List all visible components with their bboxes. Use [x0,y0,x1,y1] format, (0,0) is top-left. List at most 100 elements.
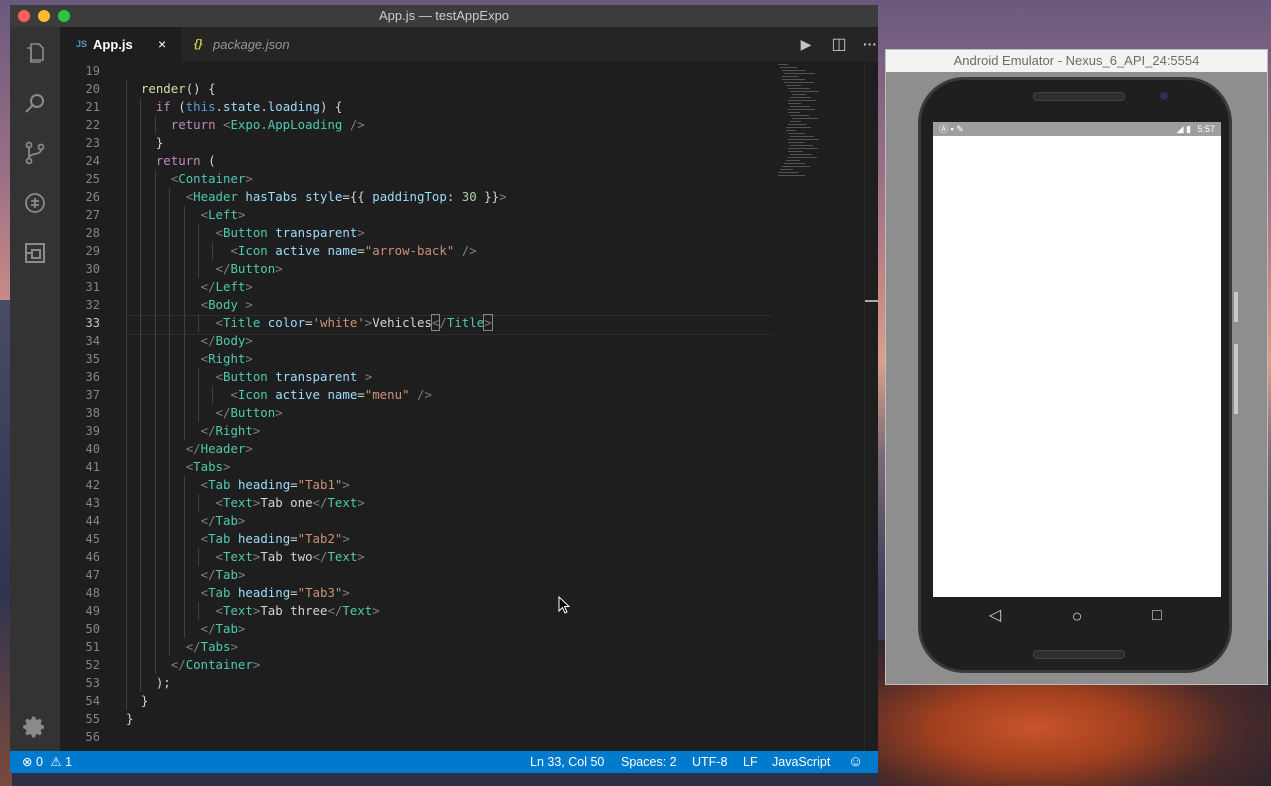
indent-guide [154,638,156,656]
indent-guide [126,512,127,530]
split-editor-icon[interactable]: ◫ [828,27,850,62]
code-line: </Left> [200,279,253,294]
indent-guide [154,530,156,548]
code-editor[interactable]: 19 20 21 22 23 24 25 26 27 28 29 30 31 32 33 34 35 36 37 38… [60,62,878,751]
mouse-pointer-icon [558,596,570,614]
editor-scrollbar[interactable] [864,62,878,751]
line-number: 48 [85,586,100,600]
minimap-line [788,100,816,101]
indent-guide [126,602,127,620]
close-window-button[interactable] [18,10,30,22]
line-number: 53 [85,676,100,690]
indent-guide [183,260,185,278]
indent-guide [140,206,142,224]
volume-button[interactable] [1234,344,1238,414]
indent-guide [169,458,171,476]
android-status-bar: Ⓐ ▪ ✎ ◢ ▮ 5:57 [933,122,1221,136]
minimap-line [786,160,800,161]
minimap-line [780,169,793,170]
indent-guide [169,296,171,314]
indent-guide [169,476,171,494]
code-line: <Header hasTabs style={{ paddingTop: 30 … [185,189,507,204]
run-icon[interactable]: ▶ [795,27,817,62]
cursor-position[interactable]: Ln 33, Col 50 [530,751,604,773]
tab-label: package.json [213,37,290,52]
line-number: 51 [85,640,100,654]
minimap-line [790,106,810,107]
problems-indicator[interactable]: ⊗ 0 ⚠ 1 [22,751,72,773]
minimap-line [786,85,801,86]
indent-guide [169,584,171,602]
indent-guide [154,458,156,476]
indent-guide [126,656,127,674]
indent-guide [169,638,171,656]
indent-guide [198,602,199,620]
indent-guide [154,170,156,188]
line-number: 56 [85,730,100,744]
indent-guide [154,242,156,260]
line-number: 30 [85,262,100,276]
power-button[interactable] [1234,292,1238,322]
code-line: ); [126,675,171,690]
debug-icon[interactable] [23,191,47,215]
code-line: <Tabs> [185,459,231,474]
recents-nav-button[interactable]: □ [1137,597,1177,635]
code-line: </Button> [215,261,283,276]
line-ending-setting[interactable]: LF [743,751,758,773]
indent-guide [169,530,171,548]
more-actions-icon[interactable]: ··· [859,27,878,62]
encoding-setting[interactable]: UTF-8 [692,751,727,773]
feedback-smiley-icon[interactable]: ☺ [848,751,863,773]
source-control-icon[interactable] [23,141,47,165]
code-line: <Tab heading="Tab3"> [200,585,350,600]
code-line: </Right> [200,423,261,438]
explorer-icon[interactable] [23,41,47,65]
indent-guide [126,386,127,404]
minimap-line [786,130,796,131]
minimize-window-button[interactable] [38,10,50,22]
indent-guide [126,458,127,476]
language-mode[interactable]: JavaScript [772,751,830,773]
minimap-line [788,112,800,113]
indent-guide [169,422,171,440]
indent-guide [183,296,185,314]
minimap-line [782,166,810,167]
indent-guide [198,368,199,386]
extensions-icon[interactable] [23,241,47,265]
code-area[interactable]: render() { if (this.state.loading) { ret… [126,62,776,751]
minimap-line [792,118,818,119]
settings-gear-icon[interactable] [23,715,47,739]
indent-guide [140,242,142,260]
search-icon[interactable] [23,91,47,115]
indent-guide [140,386,142,404]
code-line: <Text>Tab two</Text> [215,549,365,564]
zoom-window-button[interactable] [58,10,70,22]
indent-guide [126,620,127,638]
indent-guide [140,278,142,296]
home-nav-button[interactable]: ○ [1057,597,1097,635]
code-line: <Button transparent > [215,369,373,384]
tab-package-json[interactable]: {} package.json [182,27,312,62]
editor-tabs-bar: JS App.js × {} package.json ▶ ◫ ··· [60,27,878,62]
back-nav-button[interactable]: ◁ [975,597,1015,635]
close-tab-icon[interactable]: × [158,27,166,62]
indent-guide [169,224,171,242]
app-screen[interactable] [933,136,1221,597]
indent-guide [154,116,156,134]
indent-guide [154,368,156,386]
indent-guide [140,674,142,692]
minimap[interactable] [774,62,864,202]
indent-guide [140,512,142,530]
indent-guide [140,404,142,422]
indent-guide [140,422,142,440]
tab-app-js[interactable]: JS App.js × [60,27,182,62]
indentation-setting[interactable]: Spaces: 2 [621,751,677,773]
minimap-line [784,163,805,164]
line-number: 22 [85,118,100,132]
phone-frame: Ⓐ ▪ ✎ ◢ ▮ 5:57 ◁ ○ □ [918,77,1232,673]
line-number: 40 [85,442,100,456]
line-number: 50 [85,622,100,636]
indent-guide [154,386,156,404]
code-line: <Text>Tab three</Text> [215,603,380,618]
indent-guide [140,566,142,584]
